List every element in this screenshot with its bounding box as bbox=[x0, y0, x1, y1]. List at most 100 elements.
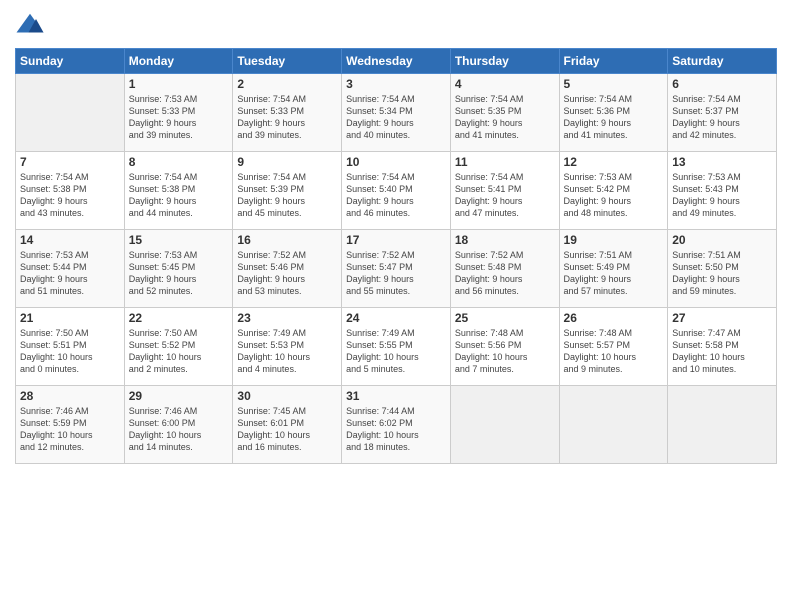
day-cell: 3 Sunrise: 7:54 AM Sunset: 5:34 PM Daylig… bbox=[342, 74, 451, 152]
day-cell bbox=[450, 386, 559, 464]
day-number: 8 bbox=[129, 155, 229, 169]
header-cell-friday: Friday bbox=[559, 49, 668, 74]
week-row-1: 1 Sunrise: 7:53 AM Sunset: 5:33 PM Daylig… bbox=[16, 74, 777, 152]
day-info: Sunrise: 7:45 AM Sunset: 6:01 PM Dayligh… bbox=[237, 405, 337, 454]
day-number: 19 bbox=[564, 233, 664, 247]
day-number: 1 bbox=[129, 77, 229, 91]
day-cell bbox=[668, 386, 777, 464]
day-cell: 8 Sunrise: 7:54 AM Sunset: 5:38 PM Daylig… bbox=[124, 152, 233, 230]
day-cell: 23 Sunrise: 7:49 AM Sunset: 5:53 PM Dayli… bbox=[233, 308, 342, 386]
day-number: 11 bbox=[455, 155, 555, 169]
day-info: Sunrise: 7:44 AM Sunset: 6:02 PM Dayligh… bbox=[346, 405, 446, 454]
header-cell-sunday: Sunday bbox=[16, 49, 125, 74]
week-row-4: 21 Sunrise: 7:50 AM Sunset: 5:51 PM Dayli… bbox=[16, 308, 777, 386]
day-number: 13 bbox=[672, 155, 772, 169]
day-info: Sunrise: 7:51 AM Sunset: 5:50 PM Dayligh… bbox=[672, 249, 772, 298]
day-number: 31 bbox=[346, 389, 446, 403]
week-row-2: 7Sunrise: 7:54 AM Sunset: 5:38 PM Daylig… bbox=[16, 152, 777, 230]
day-info: Sunrise: 7:53 AM Sunset: 5:43 PM Dayligh… bbox=[672, 171, 772, 220]
day-cell: 4 Sunrise: 7:54 AM Sunset: 5:35 PM Daylig… bbox=[450, 74, 559, 152]
day-info: Sunrise: 7:53 AM Sunset: 5:45 PM Dayligh… bbox=[129, 249, 229, 298]
day-number: 6 bbox=[672, 77, 772, 91]
day-info: Sunrise: 7:52 AM Sunset: 5:48 PM Dayligh… bbox=[455, 249, 555, 298]
day-number: 3 bbox=[346, 77, 446, 91]
day-info: Sunrise: 7:54 AM Sunset: 5:39 PM Dayligh… bbox=[237, 171, 337, 220]
day-cell: 31 Sunrise: 7:44 AM Sunset: 6:02 PM Dayli… bbox=[342, 386, 451, 464]
day-info: Sunrise: 7:54 AM Sunset: 5:38 PM Dayligh… bbox=[20, 171, 120, 220]
day-cell: 17 Sunrise: 7:52 AM Sunset: 5:47 PM Dayli… bbox=[342, 230, 451, 308]
day-info: Sunrise: 7:52 AM Sunset: 5:47 PM Dayligh… bbox=[346, 249, 446, 298]
day-cell: 27 Sunrise: 7:47 AM Sunset: 5:58 PM Dayli… bbox=[668, 308, 777, 386]
day-info: Sunrise: 7:54 AM Sunset: 5:33 PM Dayligh… bbox=[237, 93, 337, 142]
calendar-table: SundayMondayTuesdayWednesdayThursdayFrid… bbox=[15, 48, 777, 464]
day-cell: 2Sunrise: 7:54 AM Sunset: 5:33 PM Daylig… bbox=[233, 74, 342, 152]
day-number: 16 bbox=[237, 233, 337, 247]
day-cell: 5Sunrise: 7:54 AM Sunset: 5:36 PM Daylig… bbox=[559, 74, 668, 152]
day-info: Sunrise: 7:51 AM Sunset: 5:49 PM Dayligh… bbox=[564, 249, 664, 298]
day-cell: 19 Sunrise: 7:51 AM Sunset: 5:49 PM Dayli… bbox=[559, 230, 668, 308]
day-cell: 10 Sunrise: 7:54 AM Sunset: 5:40 PM Dayli… bbox=[342, 152, 451, 230]
day-info: Sunrise: 7:54 AM Sunset: 5:36 PM Dayligh… bbox=[564, 93, 664, 142]
day-number: 23 bbox=[237, 311, 337, 325]
day-cell: 28 Sunrise: 7:46 AM Sunset: 5:59 PM Dayli… bbox=[16, 386, 125, 464]
day-cell: 22Sunrise: 7:50 AM Sunset: 5:52 PM Dayli… bbox=[124, 308, 233, 386]
day-number: 17 bbox=[346, 233, 446, 247]
day-info: Sunrise: 7:49 AM Sunset: 5:53 PM Dayligh… bbox=[237, 327, 337, 376]
day-cell: 7Sunrise: 7:54 AM Sunset: 5:38 PM Daylig… bbox=[16, 152, 125, 230]
logo-icon bbox=[15, 10, 45, 40]
day-number: 4 bbox=[455, 77, 555, 91]
day-number: 22 bbox=[129, 311, 229, 325]
day-cell: 18 Sunrise: 7:52 AM Sunset: 5:48 PM Dayli… bbox=[450, 230, 559, 308]
day-info: Sunrise: 7:54 AM Sunset: 5:37 PM Dayligh… bbox=[672, 93, 772, 142]
header-cell-saturday: Saturday bbox=[668, 49, 777, 74]
day-cell: 12 Sunrise: 7:53 AM Sunset: 5:42 PM Dayli… bbox=[559, 152, 668, 230]
day-number: 28 bbox=[20, 389, 120, 403]
day-info: Sunrise: 7:53 AM Sunset: 5:33 PM Dayligh… bbox=[129, 93, 229, 142]
day-info: Sunrise: 7:54 AM Sunset: 5:34 PM Dayligh… bbox=[346, 93, 446, 142]
header-cell-thursday: Thursday bbox=[450, 49, 559, 74]
day-cell: 29 Sunrise: 7:46 AM Sunset: 6:00 PM Dayli… bbox=[124, 386, 233, 464]
day-info: Sunrise: 7:54 AM Sunset: 5:35 PM Dayligh… bbox=[455, 93, 555, 142]
header-row: SundayMondayTuesdayWednesdayThursdayFrid… bbox=[16, 49, 777, 74]
day-number: 29 bbox=[129, 389, 229, 403]
day-info: Sunrise: 7:54 AM Sunset: 5:38 PM Dayligh… bbox=[129, 171, 229, 220]
header-cell-monday: Monday bbox=[124, 49, 233, 74]
header bbox=[15, 10, 777, 40]
day-number: 26 bbox=[564, 311, 664, 325]
day-number: 21 bbox=[20, 311, 120, 325]
week-row-5: 28 Sunrise: 7:46 AM Sunset: 5:59 PM Dayli… bbox=[16, 386, 777, 464]
day-cell: 11 Sunrise: 7:54 AM Sunset: 5:41 PM Dayli… bbox=[450, 152, 559, 230]
header-cell-wednesday: Wednesday bbox=[342, 49, 451, 74]
day-info: Sunrise: 7:54 AM Sunset: 5:40 PM Dayligh… bbox=[346, 171, 446, 220]
day-info: Sunrise: 7:53 AM Sunset: 5:42 PM Dayligh… bbox=[564, 171, 664, 220]
day-number: 10 bbox=[346, 155, 446, 169]
day-cell: 9 Sunrise: 7:54 AM Sunset: 5:39 PM Daylig… bbox=[233, 152, 342, 230]
day-cell: 26 Sunrise: 7:48 AM Sunset: 5:57 PM Dayli… bbox=[559, 308, 668, 386]
day-number: 24 bbox=[346, 311, 446, 325]
day-number: 9 bbox=[237, 155, 337, 169]
day-info: Sunrise: 7:46 AM Sunset: 5:59 PM Dayligh… bbox=[20, 405, 120, 454]
day-cell: 30Sunrise: 7:45 AM Sunset: 6:01 PM Dayli… bbox=[233, 386, 342, 464]
day-info: Sunrise: 7:53 AM Sunset: 5:44 PM Dayligh… bbox=[20, 249, 120, 298]
day-cell: 13 Sunrise: 7:53 AM Sunset: 5:43 PM Dayli… bbox=[668, 152, 777, 230]
day-info: Sunrise: 7:48 AM Sunset: 5:57 PM Dayligh… bbox=[564, 327, 664, 376]
day-cell bbox=[16, 74, 125, 152]
day-cell: 1 Sunrise: 7:53 AM Sunset: 5:33 PM Daylig… bbox=[124, 74, 233, 152]
day-cell: 15Sunrise: 7:53 AM Sunset: 5:45 PM Dayli… bbox=[124, 230, 233, 308]
day-number: 27 bbox=[672, 311, 772, 325]
day-number: 14 bbox=[20, 233, 120, 247]
day-info: Sunrise: 7:50 AM Sunset: 5:51 PM Dayligh… bbox=[20, 327, 120, 376]
day-number: 25 bbox=[455, 311, 555, 325]
day-info: Sunrise: 7:52 AM Sunset: 5:46 PM Dayligh… bbox=[237, 249, 337, 298]
day-cell: 16 Sunrise: 7:52 AM Sunset: 5:46 PM Dayli… bbox=[233, 230, 342, 308]
day-cell: 6 Sunrise: 7:54 AM Sunset: 5:37 PM Daylig… bbox=[668, 74, 777, 152]
day-info: Sunrise: 7:46 AM Sunset: 6:00 PM Dayligh… bbox=[129, 405, 229, 454]
day-cell: 21 Sunrise: 7:50 AM Sunset: 5:51 PM Dayli… bbox=[16, 308, 125, 386]
day-info: Sunrise: 7:47 AM Sunset: 5:58 PM Dayligh… bbox=[672, 327, 772, 376]
day-cell bbox=[559, 386, 668, 464]
day-info: Sunrise: 7:48 AM Sunset: 5:56 PM Dayligh… bbox=[455, 327, 555, 376]
day-number: 20 bbox=[672, 233, 772, 247]
day-number: 12 bbox=[564, 155, 664, 169]
day-info: Sunrise: 7:54 AM Sunset: 5:41 PM Dayligh… bbox=[455, 171, 555, 220]
day-number: 18 bbox=[455, 233, 555, 247]
